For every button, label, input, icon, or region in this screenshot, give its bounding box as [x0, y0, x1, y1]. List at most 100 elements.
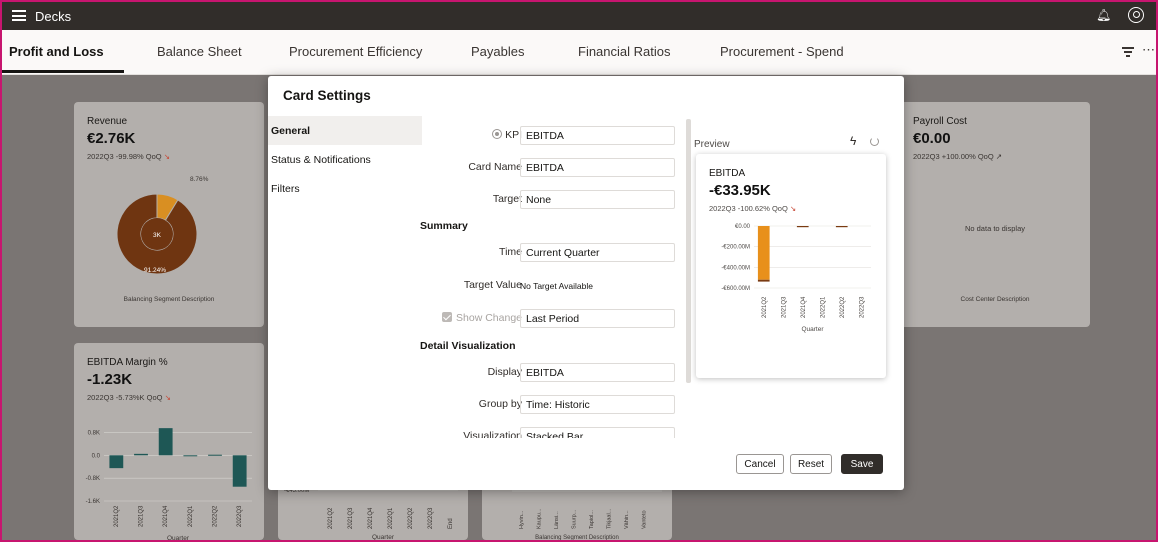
preview-stacked-bar-chart: €0.00 -€200.00M -€400.00M -€600.00M 2021Q2 20… — [721, 224, 871, 333]
nav-filters[interactable]: Filters — [268, 174, 422, 203]
hamburger-menu-icon[interactable] — [12, 10, 26, 21]
summary-heading: Summary — [420, 220, 468, 232]
preview-panel: Preview ϟ EBITDA -€33.95K 2022Q3 -100.62… — [692, 116, 904, 378]
show-change-label: Show Change — [442, 312, 522, 324]
app-title: Decks — [35, 9, 72, 24]
bolt-icon[interactable]: ϟ — [850, 134, 856, 148]
x-tick-label: 2021Q3 — [138, 505, 144, 527]
donut-label-small: 8.76% — [190, 176, 209, 183]
y-tick-label: €0.00 — [735, 224, 751, 230]
x-tick-label: Hyvin... — [519, 510, 525, 529]
y-tick-label: -1.6K — [86, 499, 100, 505]
card-change: 2022Q3 +100.00% QoQ ↗ — [913, 152, 1003, 161]
x-tick-label: 2021Q4 — [368, 507, 374, 529]
preview-card-change: 2022Q3 -100.62% QoQ ↘ — [709, 204, 797, 213]
group-by-field[interactable]: Time: Historic — [520, 395, 675, 414]
bar — [232, 455, 247, 487]
more-options-icon[interactable]: ⋯ — [1142, 42, 1155, 58]
y-tick-label: 0.0 — [92, 453, 101, 459]
nav-general[interactable]: General — [268, 116, 422, 145]
visualization-field[interactable]: Stacked Bar — [520, 427, 675, 438]
tab-payables[interactable]: Payables — [471, 44, 524, 59]
x-tick-label: Vähin... — [624, 510, 630, 529]
card-change: 2022Q3 -5.73%K QoQ ↘ — [87, 393, 171, 402]
x-tick-label: 2022Q1 — [188, 505, 194, 527]
reset-button[interactable]: Reset — [790, 454, 832, 474]
card-value: €2.76K — [87, 130, 136, 147]
tab-balance-sheet[interactable]: Balance Sheet — [157, 44, 242, 59]
x-tick-label: 2021Q2 — [114, 505, 120, 527]
tab-procurement-spend[interactable]: Procurement - Spend — [720, 44, 844, 59]
nav-status-notifications[interactable]: Status & Notifications — [268, 145, 422, 174]
x-tick-label: Tikjaal... — [607, 508, 613, 529]
form-scrollbar[interactable] — [686, 119, 691, 383]
preview-label: Preview — [694, 139, 730, 150]
tab-financial-ratios[interactable]: Financial Ratios — [578, 44, 671, 59]
preview-card-value: -€33.95K — [709, 182, 771, 199]
notifications-bell-icon[interactable]: 🔔︎ — [1096, 8, 1111, 22]
display-label: Display — [487, 366, 522, 378]
kpi-field[interactable]: EBITDA — [520, 126, 675, 145]
settings-nav: General Status & Notifications Filters — [268, 116, 422, 203]
x-tick-label: 2021Q4 — [801, 296, 807, 318]
general-settings-form[interactable]: KPI EBITDA Card Name EBITDA Target None … — [420, 116, 682, 438]
refresh-icon[interactable] — [870, 137, 879, 146]
save-button[interactable]: Save — [841, 454, 883, 474]
deck-tabs: Profit and Loss Balance Sheet Procuremen… — [2, 30, 1156, 75]
tab-procurement-efficiency[interactable]: Procurement Efficiency — [289, 44, 422, 59]
no-data-message: No data to display — [964, 224, 1026, 233]
x-tick-label: Vanteto — [642, 510, 648, 529]
card-value: €0.00 — [913, 130, 951, 147]
cancel-button[interactable]: Cancel — [736, 454, 784, 474]
top-bar: Decks 🔔︎ — [2, 2, 1156, 30]
x-tick-label: 2021Q3 — [348, 507, 354, 529]
x-tick-label: 2022Q1 — [388, 507, 394, 529]
x-tick-label: 2021Q3 — [782, 296, 788, 318]
filter-icon[interactable] — [1122, 47, 1134, 57]
target-field[interactable]: None — [520, 190, 675, 209]
app-window: Decks 🔔︎ Profit and Loss Balance Sheet P… — [2, 2, 1156, 540]
ebitda-margin-card[interactable]: EBITDA Margin % -1.23K 2022Q3 -5.73%K Qo… — [74, 343, 264, 540]
preview-card: EBITDA -€33.95K 2022Q3 -100.62% QoQ ↘ €0… — [696, 154, 886, 378]
kpi-label: KPI — [492, 129, 522, 141]
x-tick-label: 2022Q2 — [408, 507, 414, 529]
display-field[interactable]: EBITDA — [520, 363, 675, 382]
x-tick-label: 2021Q2 — [762, 296, 768, 318]
card-name-field[interactable]: EBITDA — [520, 158, 675, 177]
preview-card-title: EBITDA — [709, 168, 746, 179]
x-tick-label: Tapiol... — [589, 510, 595, 529]
x-axis-caption: Quarter — [167, 535, 190, 540]
show-change-checkbox[interactable] — [442, 312, 453, 322]
x-axis-caption: Quarter — [801, 326, 824, 333]
bar — [158, 428, 173, 456]
x-tick-label: 2022Q3 — [237, 505, 243, 527]
user-avatar-icon[interactable] — [1128, 7, 1144, 23]
bar — [134, 453, 148, 456]
card-name-label: Card Name — [468, 161, 522, 173]
x-axis-caption: Balancing Segment Description — [535, 535, 619, 540]
bar-segment — [757, 279, 770, 282]
card-change: 2022Q3 -99.98% QoQ ↘ — [87, 152, 171, 161]
show-change-field[interactable]: Last Period — [520, 309, 675, 328]
donut-center-label: 3K — [153, 232, 162, 239]
x-tick-label: Länsi... — [554, 511, 560, 529]
card-title: Revenue — [87, 116, 128, 127]
card-title: Payroll Cost — [913, 116, 967, 127]
card-title: EBITDA Margin % — [87, 357, 168, 368]
y-tick-label: -€200.00M — [721, 245, 750, 251]
bar-segment — [835, 226, 848, 228]
kpi-radio-icon[interactable] — [492, 129, 503, 139]
bar — [208, 454, 222, 456]
time-field[interactable]: Current Quarter — [520, 243, 675, 262]
x-tick-label: 2021Q2 — [328, 507, 334, 529]
bar — [183, 455, 198, 457]
revenue-card[interactable]: Revenue €2.76K 2022Q3 -99.98% QoQ ↘ 8.76… — [74, 102, 264, 327]
x-tick-label: End — [448, 518, 454, 529]
x-tick-label: 2022Q2 — [840, 296, 846, 318]
active-tab-indicator — [2, 70, 124, 73]
donut-label-large: 91.24% — [144, 267, 166, 274]
x-tick-label: 2022Q2 — [212, 505, 218, 527]
dialog-title: Card Settings — [283, 88, 371, 103]
payroll-card[interactable]: Payroll Cost €0.00 2022Q3 +100.00% QoQ ↗… — [900, 102, 1090, 327]
tab-profit-and-loss[interactable]: Profit and Loss — [9, 44, 104, 59]
